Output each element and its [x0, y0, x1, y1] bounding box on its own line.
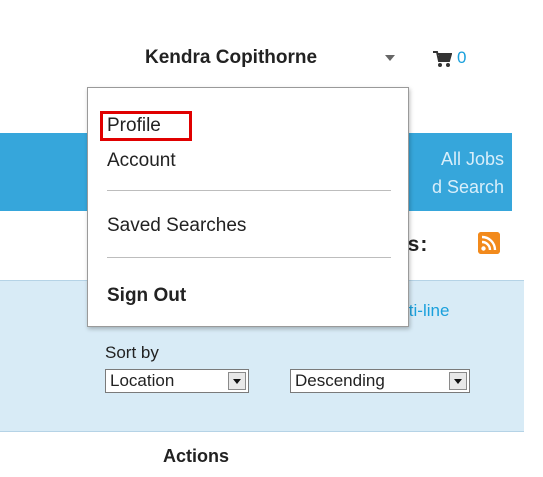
sort-order-select[interactable]: Descending — [290, 369, 470, 393]
cart-count[interactable]: 0 — [457, 48, 466, 68]
sort-order-value: Descending — [295, 371, 385, 390]
menu-item-account[interactable]: Account — [107, 150, 176, 172]
menu-item-sign-out[interactable]: Sign Out — [107, 285, 186, 307]
cart-icon[interactable] — [432, 50, 452, 68]
actions-heading: Actions — [163, 446, 230, 466]
menu-divider — [107, 190, 391, 191]
sort-field-value: Location — [110, 371, 175, 390]
menu-item-profile[interactable]: Profile — [107, 115, 161, 137]
dropdown-arrow-icon[interactable] — [228, 372, 246, 390]
menu-divider — [107, 257, 391, 258]
menu-item-saved-searches[interactable]: Saved Searches — [107, 215, 246, 237]
dropdown-arrow-icon[interactable] — [449, 372, 467, 390]
user-dropdown-menu: Profile Account Saved Searches Sign Out — [87, 87, 409, 327]
user-menu-toggle[interactable]: Kendra Copithorne — [145, 47, 317, 69]
page: Kendra Copithorne 0 All Jobs d Search ss… — [0, 0, 543, 477]
chevron-down-icon[interactable] — [385, 55, 395, 61]
nav-link-all-jobs[interactable]: All Jobs — [441, 149, 504, 170]
rss-icon[interactable] — [478, 232, 500, 254]
sort-field-select[interactable]: Location — [105, 369, 249, 393]
multiline-link[interactable]: lti-line — [405, 301, 449, 321]
nav-link-search[interactable]: d Search — [432, 177, 504, 198]
sort-by-label: Sort by — [105, 343, 159, 362]
